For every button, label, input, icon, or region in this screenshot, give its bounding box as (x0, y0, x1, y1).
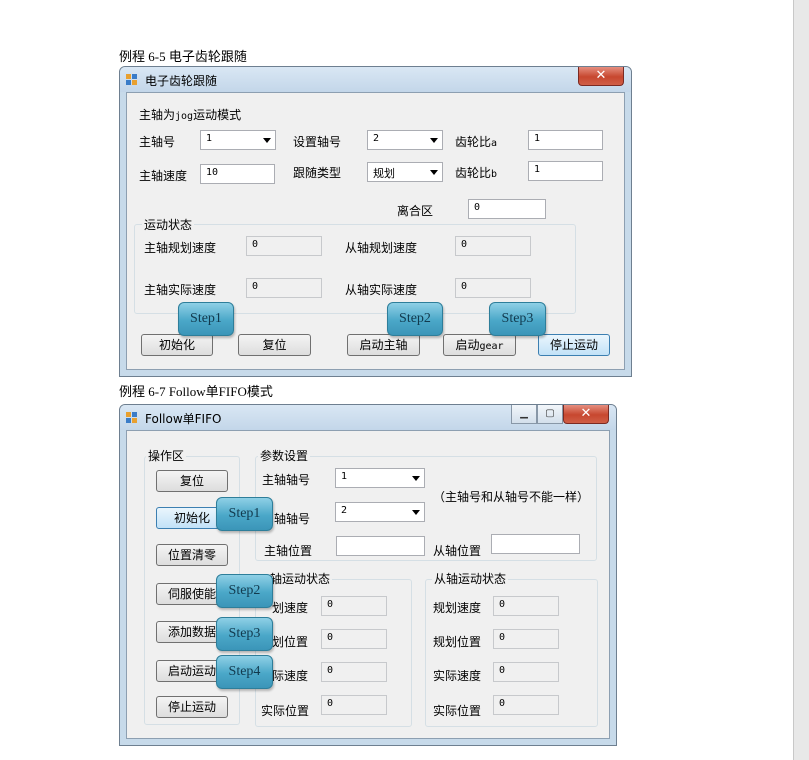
master-actual-speed-value: 0 (246, 278, 322, 298)
master-plan-speed-label: 主轴规划速度 (144, 241, 217, 255)
step3-callout: Step3 (216, 617, 273, 651)
master-status-group-title: 轴运动状态 (268, 570, 333, 587)
master-actual-speed-value: 0 (321, 662, 387, 682)
stop-motion-button[interactable]: 停止运动 (156, 696, 228, 718)
window-client: 主轴为jog运动模式 主轴号 1 设置轴号 2 齿轮比a 1 主轴速度 10 跟… (126, 92, 625, 370)
start-master-button[interactable]: 启动主轴 (347, 334, 420, 356)
master-plan-position-value: 0 (321, 629, 387, 649)
step1-callout: Step1 (178, 302, 234, 336)
ops-group-title: 操作区 (146, 447, 187, 464)
step2-callout: Step2 (387, 302, 443, 336)
status-group-title: 运动状态 (142, 216, 195, 233)
stop-motion-button[interactable]: 停止运动 (538, 334, 610, 356)
master-axis-label: 主轴轴号 (262, 473, 311, 487)
slave-status-group-title: 从轴运动状态 (432, 570, 509, 587)
chevron-down-icon (412, 476, 420, 481)
caption-example-6-5: 例程 6-5 电子齿轮跟随 (119, 49, 247, 64)
master-actual-speed-label: 主轴实际速度 (144, 283, 217, 297)
step2-callout: Step2 (216, 574, 273, 608)
title-bar: Follow单FIFO ▁ ▢ ✕ (120, 405, 616, 430)
master-axis-select[interactable]: 1 (335, 468, 425, 488)
ratio-a-input[interactable]: 1 (528, 130, 603, 150)
reset-button[interactable]: 复位 (156, 470, 228, 492)
set-axis-label: 设置轴号 (293, 135, 342, 149)
caption-example-6-7: 例程 6-7 Follow单FIFO模式 (119, 384, 273, 399)
close-button[interactable]: ✕ (563, 405, 609, 424)
app-icon (126, 74, 138, 86)
minimize-button[interactable]: ▁ (511, 405, 537, 424)
slave-plan-speed-label: 规划速度 (433, 601, 482, 615)
slave-actual-speed-label: 从轴实际速度 (345, 283, 418, 297)
slave-plan-speed-value: 0 (455, 236, 531, 256)
step4-callout: Step4 (216, 655, 273, 689)
master-position-input[interactable] (336, 536, 425, 556)
follow-type-label: 跟随类型 (293, 166, 342, 180)
chevron-down-icon (430, 170, 438, 175)
master-plan-position-label: 划位置 (272, 635, 309, 649)
close-button[interactable]: ✕ (578, 67, 624, 86)
slave-plan-speed-label: 从轴规划速度 (345, 241, 418, 255)
follow-fifo-window: Follow单FIFO ▁ ▢ ✕ 操作区 复位 初始化 位置清零 伺服使能 添… (119, 404, 617, 746)
slave-actual-position-label: 实际位置 (433, 704, 482, 718)
clutch-input[interactable]: 0 (468, 199, 546, 219)
slave-position-input[interactable] (491, 534, 580, 554)
step1-callout: Step1 (216, 497, 273, 531)
mode-label: 主轴为jog运动模式 (139, 108, 242, 122)
slave-actual-speed-value: 0 (455, 278, 531, 298)
master-axis-select[interactable]: 1 (200, 130, 276, 150)
master-axis-label: 主轴号 (139, 135, 176, 149)
chevron-down-icon (430, 138, 438, 143)
gear-follow-window: 电子齿轮跟随 ✕ 主轴为jog运动模式 主轴号 1 设置轴号 2 齿轮比a 1 … (119, 66, 632, 377)
slave-axis-select[interactable]: 2 (335, 502, 425, 522)
master-actual-speed-label: 际速度 (272, 669, 309, 683)
slave-actual-position-value: 0 (493, 695, 559, 715)
ratio-b-input[interactable]: 1 (528, 161, 603, 181)
master-plan-speed-value: 0 (246, 236, 322, 256)
step3-callout: Step3 (489, 302, 546, 336)
slave-plan-position-value: 0 (493, 629, 559, 649)
zero-position-button[interactable]: 位置清零 (156, 544, 228, 566)
app-icon (126, 412, 138, 424)
slave-actual-speed-value: 0 (493, 662, 559, 682)
slave-plan-position-label: 规划位置 (433, 635, 482, 649)
window-title: 电子齿轮跟随 (145, 74, 218, 88)
master-plan-speed-value: 0 (321, 596, 387, 616)
master-actual-position-value: 0 (321, 695, 387, 715)
ratio-b-label: 齿轮比b (455, 166, 498, 180)
slave-plan-speed-value: 0 (493, 596, 559, 616)
ratio-a-label: 齿轮比a (455, 135, 498, 149)
reset-button[interactable]: 复位 (238, 334, 311, 356)
chevron-down-icon (412, 510, 420, 515)
set-axis-select[interactable]: 2 (367, 130, 443, 150)
clutch-label: 离合区 (397, 204, 434, 218)
slave-position-label: 从轴位置 (433, 544, 482, 558)
page-scrollbar[interactable] (793, 0, 809, 760)
chevron-down-icon (263, 138, 271, 143)
start-gear-button[interactable]: 启动gear (443, 334, 516, 356)
slave-actual-speed-label: 实际速度 (433, 669, 482, 683)
master-speed-label: 主轴速度 (139, 169, 188, 183)
master-position-label: 主轴位置 (264, 544, 313, 558)
master-plan-speed-label: 划速度 (272, 601, 309, 615)
master-actual-position-label: 实际位置 (261, 704, 310, 718)
title-bar: 电子齿轮跟随 ✕ (120, 67, 631, 92)
params-group-title: 参数设置 (258, 447, 311, 464)
init-button[interactable]: 初始化 (141, 334, 213, 356)
master-speed-input[interactable]: 10 (200, 164, 275, 184)
axis-note: （主轴号和从轴号不能一样） (433, 490, 590, 504)
window-client: 操作区 复位 初始化 位置清零 伺服使能 添加数据 启动运动 停止运动 参数设置… (126, 430, 610, 739)
slave-axis-label: 轴轴号 (274, 512, 311, 526)
window-title: Follow单FIFO (145, 412, 222, 426)
maximize-button[interactable]: ▢ (537, 405, 563, 424)
follow-type-select[interactable]: 规划 (367, 162, 443, 182)
